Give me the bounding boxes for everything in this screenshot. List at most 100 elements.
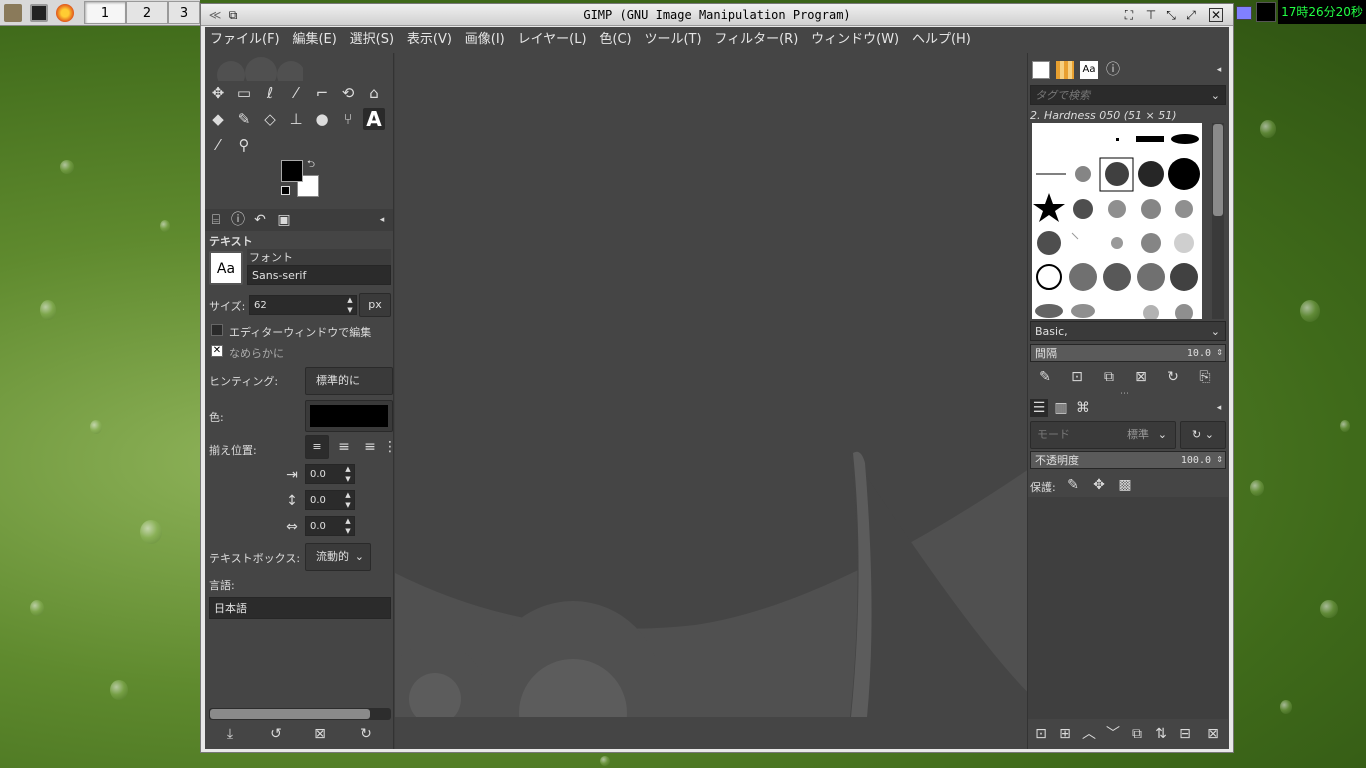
layers-configure-icon[interactable]: ◂ [1210,399,1228,417]
opacity-spin-icon[interactable]: ⇕ [1216,451,1223,469]
new-brush-icon[interactable]: ⊡ [1068,368,1086,386]
size-unit-select[interactable]: px [359,293,391,317]
menu-colors[interactable]: 色(C) [594,27,635,53]
fonts-tab-icon[interactable]: Aa [1080,61,1098,79]
spacing-spin-icon[interactable]: ⇕ [1216,344,1223,362]
toolbox-scrollbar[interactable] [209,708,391,720]
layer-mode-select[interactable]: モード 標準 ⌄ [1030,421,1176,449]
brush-grid-scrollbar-thumb[interactable] [1213,124,1223,216]
close-icon[interactable]: ✕ [1209,8,1223,22]
justify-left-button[interactable]: ≡ [305,435,329,459]
clone-tool-icon[interactable]: ⊥ [285,108,307,130]
language-input[interactable]: 日本語 [209,597,391,619]
swap-colors-icon[interactable]: ⮌ [307,157,315,174]
crop-tool-icon[interactable]: ⌐ [311,82,333,104]
pager-mini-icon[interactable] [1236,6,1252,20]
app-menu-icon[interactable] [4,4,22,22]
justify-fill-icon[interactable]: ⋮ [383,438,397,456]
menu-filters[interactable]: フィルター(R) [709,27,802,53]
move-tool-icon[interactable]: ✥ [207,82,229,104]
free-select-tool-icon[interactable]: ℓ [259,82,281,104]
composite-mode-button[interactable]: ↻ ⌄ [1180,421,1226,449]
line-spacing-spin-up-icon[interactable]: ▲ [343,491,353,499]
menu-windows[interactable]: ウィンドウ(W) [806,27,903,53]
always-on-top-icon[interactable]: ⊤ [1143,7,1159,23]
font-input[interactable]: Sans-serif [247,265,391,285]
brushes-configure-icon[interactable]: ◂ [1210,61,1228,79]
edit-brush-icon[interactable]: ✎ [1036,368,1054,386]
maximize-icon[interactable]: ⤢ [1183,7,1199,23]
patterns-tab-icon[interactable] [1056,61,1074,79]
hinting-select[interactable]: 標準的に [305,367,393,395]
rect-select-tool-icon[interactable]: ▭ [233,82,255,104]
minimize-icon[interactable]: ⤡ [1163,7,1179,23]
paths-tool-icon[interactable]: ⑂ [337,108,359,130]
antialias-checkbox[interactable]: ✕ [211,345,223,357]
size-input[interactable]: 62 [249,295,357,315]
opacity-slider[interactable]: 不透明度 100.0 ⇕ [1030,451,1226,469]
textbox-select[interactable]: 流動的 ⌄ [305,543,371,571]
text-tool-icon[interactable]: A [363,108,385,130]
delete-brush-icon[interactable]: ⊠ [1132,368,1150,386]
anchor-layer-icon[interactable]: ⇅ [1152,725,1170,743]
delete-layer-icon[interactable]: ⊠ [1204,725,1222,743]
refresh-brushes-icon[interactable]: ↻ [1164,368,1182,386]
smudge-tool-icon[interactable]: ● [311,108,333,130]
menu-select[interactable]: 選択(S) [345,27,398,53]
font-preview-button[interactable]: Aa [209,251,243,285]
lock-position-icon[interactable]: ✥ [1090,476,1108,494]
configure-tab-icon[interactable]: ◂ [373,211,391,229]
undo-history-tab-icon[interactable]: ↶ [251,211,269,229]
line-spacing-spin-down-icon[interactable]: ▼ [343,501,353,509]
warp-tool-icon[interactable]: ⌂ [363,82,385,104]
raise-layer-icon[interactable]: ︿ [1080,725,1098,743]
menu-help[interactable]: ヘルプ(H) [907,27,975,53]
layers-tab-icon[interactable]: ☰ [1030,399,1048,417]
tool-options-tab-icon[interactable]: ⌸ [207,211,225,229]
workspace-2[interactable]: 2 [126,1,168,24]
workspace-3[interactable]: 3 [168,1,200,24]
toolbox-scrollbar-thumb[interactable] [210,709,370,719]
layers-list[interactable] [1028,497,1228,719]
paths-tab-icon[interactable]: ⌘ [1074,399,1092,417]
image-canvas[interactable] [395,53,1027,749]
justify-center-icon[interactable]: ≡ [361,438,379,456]
menu-view[interactable]: 表示(V) [402,27,456,53]
restore-options-icon[interactable]: ↺ [267,725,285,743]
menu-layer[interactable]: レイヤー(L) [513,27,591,53]
menu-tools[interactable]: ツール(T) [639,27,705,53]
duplicate-brush-icon[interactable]: ⧉ [1100,368,1118,386]
brush-tag-search[interactable]: タグで検索 ⌄ [1030,85,1226,105]
brush-preset-select[interactable]: Basic, ⌄ [1030,321,1226,341]
use-editor-checkbox[interactable] [211,324,223,336]
save-options-icon[interactable]: ⤓ [221,725,239,743]
indent-spin-down-icon[interactable]: ▼ [343,475,353,483]
paintbrush-tool-icon[interactable]: ✎ [233,108,255,130]
workspace-1[interactable]: 1 [84,1,126,24]
terminal-icon[interactable] [30,4,48,22]
device-status-tab-icon[interactable]: ⓘ [229,211,247,229]
letter-spacing-spin-down-icon[interactable]: ▼ [343,527,353,535]
monitor-icon[interactable] [1256,2,1276,22]
layer-mask-icon[interactable]: ⊟ [1176,725,1194,743]
transform-tool-icon[interactable]: ⟲ [337,82,359,104]
open-brush-as-image-icon[interactable]: ⎘ [1196,368,1214,386]
channels-tab-icon[interactable]: ▥ [1052,399,1070,417]
reset-options-icon[interactable]: ↻ [357,725,375,743]
menu-file[interactable]: ファイル(F) [205,27,284,53]
default-colors-icon[interactable] [281,186,290,195]
duplicate-layer-icon[interactable]: ⧉ [1128,725,1146,743]
menu-image[interactable]: 画像(I) [460,27,509,53]
lock-alpha-icon[interactable]: ▩ [1116,476,1134,494]
brush-grid[interactable] [1032,123,1202,319]
color-picker-tool-icon[interactable]: ⁄ [207,134,229,156]
help-tab-icon[interactable]: ⓘ [1104,61,1122,79]
menu-edit[interactable]: 編集(E) [287,27,340,53]
lock-pixels-icon[interactable]: ✎ [1064,476,1082,494]
brush-grid-scrollbar[interactable] [1212,123,1224,319]
zoom-tool-icon[interactable]: ⚲ [233,134,255,156]
new-layer-group-icon[interactable]: ⊞ [1056,725,1074,743]
indent-spin-up-icon[interactable]: ▲ [343,465,353,473]
size-spin-up-icon[interactable]: ▲ [345,296,355,304]
size-spin-down-icon[interactable]: ▼ [345,306,355,314]
